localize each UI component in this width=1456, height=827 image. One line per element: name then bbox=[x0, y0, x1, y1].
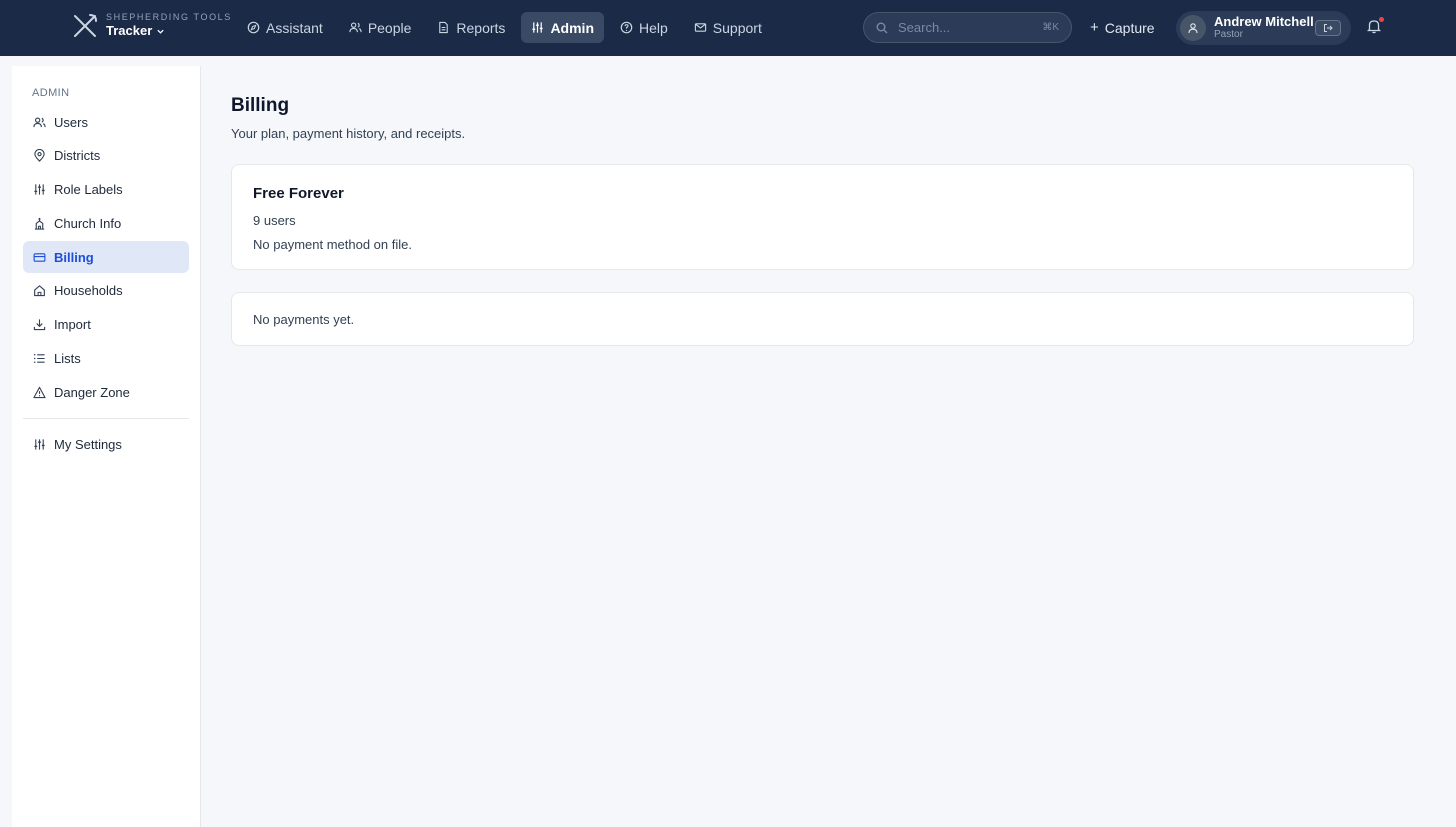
capture-button[interactable]: + Capture bbox=[1090, 12, 1155, 43]
nav-item-label: People bbox=[367, 19, 412, 36]
chevron-down-icon bbox=[157, 29, 164, 34]
nav-item-label: Admin bbox=[550, 19, 594, 36]
credit-card-icon bbox=[33, 252, 46, 262]
brand-name[interactable]: Tracker bbox=[106, 23, 232, 39]
page-title: Billing bbox=[231, 95, 290, 116]
sidebar-item-my-settings[interactable]: My Settings bbox=[23, 428, 189, 460]
user-name: Andrew Mitchell bbox=[1214, 14, 1314, 29]
plan-user-count: 9 users bbox=[253, 213, 296, 228]
sidebar-item-danger-zone[interactable]: Danger Zone bbox=[23, 376, 189, 408]
nav-item-label: Reports bbox=[456, 19, 506, 36]
sidebar-item-church-info[interactable]: Church Info bbox=[23, 207, 189, 239]
brand-supertitle: SHEPHERDING TOOLS bbox=[106, 12, 232, 22]
download-icon bbox=[33, 319, 46, 331]
nav-item-label: Assistant bbox=[266, 19, 323, 36]
sidebar-item-label: Import bbox=[54, 317, 91, 333]
sidebar-item-label: My Settings bbox=[54, 436, 122, 452]
plus-icon: + bbox=[1090, 19, 1099, 36]
sidebar-item-label: Role Labels bbox=[54, 182, 123, 198]
logout-button[interactable] bbox=[1315, 20, 1341, 36]
sliders-icon bbox=[532, 22, 544, 33]
sidebar-item-label: Billing bbox=[54, 249, 94, 265]
users-icon bbox=[33, 116, 46, 127]
plan-name: Free Forever bbox=[253, 185, 344, 202]
sidebar-item-districts[interactable]: Districts bbox=[23, 140, 189, 172]
map-pin-icon bbox=[34, 149, 45, 163]
nav-item-admin[interactable]: Admin bbox=[521, 12, 604, 43]
home-icon bbox=[34, 285, 45, 297]
search-shortcut-hint: ⌘K bbox=[1042, 22, 1059, 33]
admin-sidebar: ADMIN Users Districts Role Labels Church… bbox=[12, 66, 201, 827]
payments-empty-state: No payments yet. bbox=[253, 312, 355, 327]
nav-item-reports[interactable]: Reports bbox=[427, 12, 515, 43]
capture-label: Capture bbox=[1104, 19, 1155, 36]
logout-icon bbox=[1324, 24, 1333, 32]
document-icon bbox=[439, 21, 449, 34]
sidebar-item-import[interactable]: Import bbox=[23, 309, 189, 341]
payment-method-status: No payment method on file. bbox=[253, 237, 412, 252]
brand-name-label: Tracker bbox=[106, 23, 153, 38]
sidebar-item-households[interactable]: Households bbox=[23, 275, 189, 307]
crossed-tools-logo-icon bbox=[74, 13, 97, 37]
sidebar-divider bbox=[23, 418, 189, 419]
sidebar-heading: ADMIN bbox=[32, 87, 70, 99]
users-icon bbox=[349, 22, 362, 33]
sidebar-item-lists[interactable]: Lists bbox=[23, 343, 189, 375]
page-subtitle: Your plan, payment history, and receipts… bbox=[231, 126, 466, 141]
church-icon bbox=[34, 217, 45, 230]
plan-card: Free Forever 9 users No payment method o… bbox=[231, 164, 1414, 270]
search-icon bbox=[876, 22, 888, 33]
mail-icon bbox=[694, 23, 706, 32]
notification-dot bbox=[1379, 17, 1384, 22]
compass-icon bbox=[247, 21, 260, 34]
sidebar-item-label: Danger Zone bbox=[54, 384, 130, 400]
notifications-button[interactable] bbox=[1366, 17, 1384, 36]
sidebar-item-label: Users bbox=[54, 114, 88, 130]
sidebar-item-label: Church Info bbox=[54, 215, 122, 231]
nav-item-people[interactable]: People bbox=[339, 12, 422, 43]
nav-item-label: Help bbox=[639, 19, 668, 36]
sliders-icon bbox=[34, 438, 45, 450]
user-menu[interactable]: Andrew Mitchell Pastor bbox=[1176, 11, 1351, 45]
sliders-icon bbox=[34, 184, 45, 195]
sidebar-item-label: Districts bbox=[54, 148, 101, 164]
nav-item-support[interactable]: Support bbox=[684, 12, 772, 43]
top-navigation-bar: SHEPHERDING TOOLS Tracker Assistant Peop… bbox=[0, 0, 1456, 56]
nav-item-assistant[interactable]: Assistant bbox=[237, 12, 333, 43]
brand[interactable]: SHEPHERDING TOOLS Tracker bbox=[72, 12, 232, 39]
sidebar-item-label: Households bbox=[54, 283, 123, 299]
main-nav: Assistant People Reports Admin Help Supp… bbox=[237, 12, 778, 43]
payment-history-card: No payments yet. bbox=[231, 292, 1414, 346]
warning-icon bbox=[33, 386, 46, 399]
user-icon bbox=[1188, 23, 1198, 34]
list-icon bbox=[33, 354, 45, 364]
sidebar-item-users[interactable]: Users bbox=[23, 106, 189, 138]
help-circle-icon bbox=[620, 21, 633, 34]
sidebar-item-billing[interactable]: Billing bbox=[23, 241, 189, 274]
nav-item-help[interactable]: Help bbox=[610, 12, 678, 43]
sidebar-item-role-labels[interactable]: Role Labels bbox=[23, 174, 189, 206]
search-box[interactable]: ⌘K bbox=[863, 12, 1072, 43]
sidebar-item-label: Lists bbox=[54, 351, 81, 367]
nav-item-label: Support bbox=[712, 19, 762, 36]
search-input[interactable] bbox=[898, 20, 1043, 35]
avatar bbox=[1180, 15, 1206, 41]
user-role: Pastor bbox=[1214, 29, 1243, 40]
